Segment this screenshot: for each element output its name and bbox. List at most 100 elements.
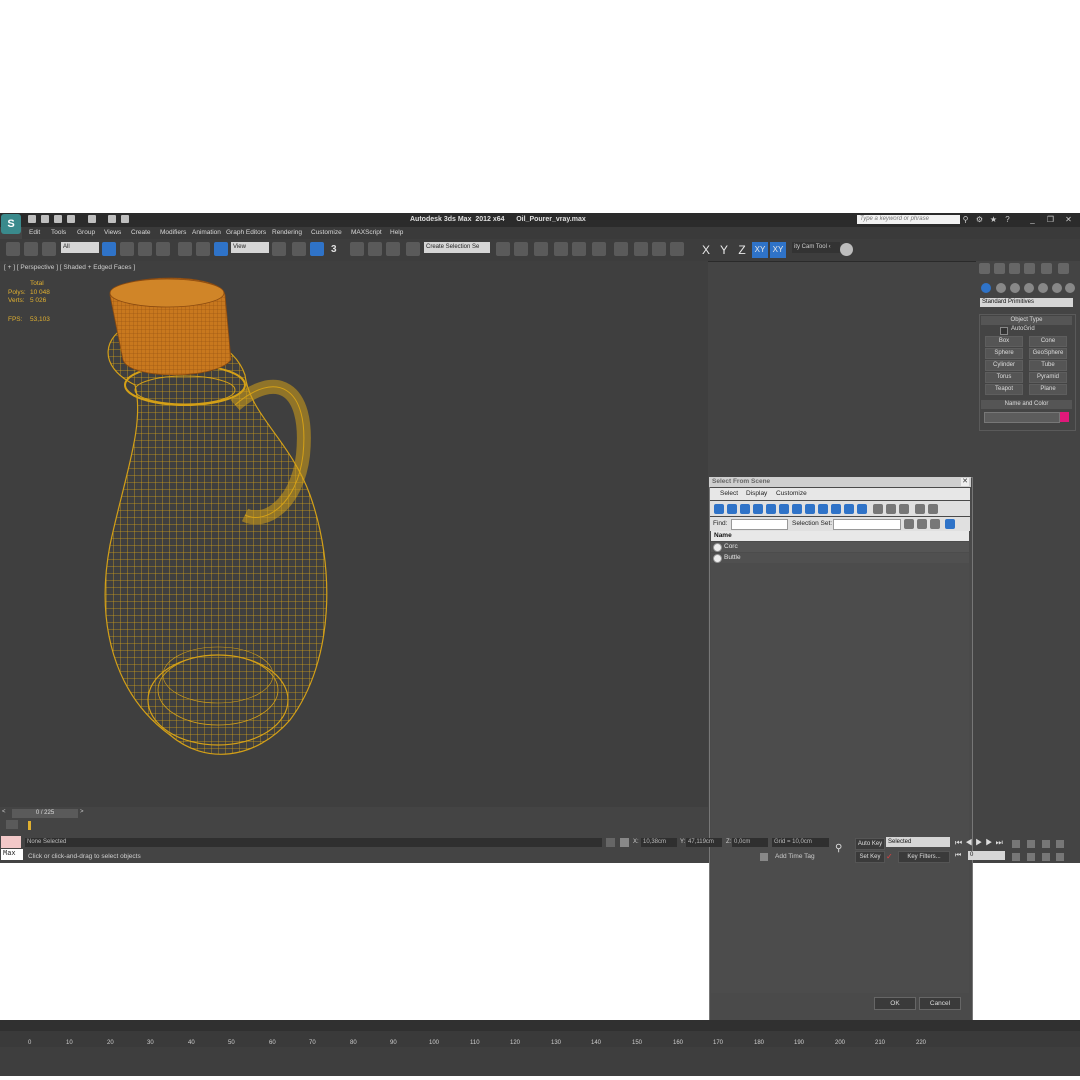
schematic-view-icon[interactable] (592, 242, 606, 256)
select-none-icon[interactable] (886, 504, 896, 514)
minimize-icon[interactable]: _ (1028, 215, 1037, 224)
cancel-button[interactable]: Cancel (919, 997, 961, 1010)
cylinder-button[interactable]: Cylinder (985, 360, 1023, 371)
zoom-icon[interactable] (1012, 840, 1020, 848)
object-list[interactable] (711, 531, 969, 993)
display-shapes-icon[interactable] (727, 504, 737, 514)
utilities-tab-icon[interactable] (1058, 263, 1069, 274)
zoom-extents-icon[interactable] (1042, 840, 1050, 848)
app-logo-icon[interactable]: S (1, 214, 21, 234)
menu-customize[interactable]: Customize (311, 229, 342, 236)
key-filters-button[interactable]: Key Filters... (898, 851, 950, 863)
motion-tab-icon[interactable] (1024, 263, 1035, 274)
cone-button[interactable]: Cone (1029, 336, 1067, 347)
key-selection-dropdown[interactable]: Selected (886, 837, 950, 847)
dialog-menu-customize[interactable]: Customize (776, 490, 807, 497)
display-geometry-icon[interactable] (714, 504, 724, 514)
axis-y-button[interactable]: Y (716, 242, 732, 258)
dialog-menu-select[interactable]: Select (720, 490, 738, 497)
display-spacewarps-icon[interactable] (779, 504, 789, 514)
display-bones-icon[interactable] (818, 504, 828, 514)
keyboard-shortcut-icon[interactable] (310, 242, 324, 256)
playback-controls[interactable]: ⏮◀▶▶⏭ (955, 838, 1006, 848)
rect-selection-icon[interactable] (138, 242, 152, 256)
curve-editor-icon[interactable] (572, 242, 586, 256)
key-mode-icon[interactable]: ⏮ (955, 852, 961, 860)
axis-xy-button-2[interactable]: XY (770, 242, 786, 258)
menu-animation[interactable]: Animation (192, 229, 221, 236)
display-groups-icon[interactable] (792, 504, 802, 514)
select-all-icon[interactable] (873, 504, 883, 514)
ref-coord-dropdown[interactable]: View (231, 242, 269, 253)
edit-named-sel-icon[interactable] (406, 242, 420, 256)
viewcube-icon[interactable] (840, 243, 853, 256)
modify-tab-icon[interactable] (994, 263, 1005, 274)
torus-button[interactable]: Torus (985, 372, 1023, 383)
geosphere-button[interactable]: GeoSphere (1029, 348, 1067, 359)
menu-rendering[interactable]: Rendering (272, 229, 302, 236)
maxscript-listener-pink[interactable] (1, 836, 21, 848)
menu-help[interactable]: Help (390, 229, 403, 236)
dialog-menu-display[interactable]: Display (746, 490, 767, 497)
search-icon[interactable]: ⚲ (961, 215, 970, 224)
mini-curve-editor-icon[interactable] (6, 820, 18, 829)
helpers-icon[interactable] (1038, 283, 1048, 293)
add-time-tag-button[interactable]: Add Time Tag (775, 853, 815, 860)
current-frame-input[interactable]: 0 (968, 851, 1005, 860)
plane-button[interactable]: Plane (1029, 384, 1067, 395)
align-icon[interactable] (514, 242, 528, 256)
category-dropdown[interactable]: Standard Primitives (980, 298, 1073, 307)
autogrid-checkbox[interactable] (1000, 327, 1008, 335)
material-editor-icon[interactable] (614, 242, 628, 256)
unlink-icon[interactable] (24, 242, 38, 256)
find-input[interactable] (731, 519, 788, 530)
box-button[interactable]: Box (985, 336, 1023, 347)
tube-button[interactable]: Tube (1029, 360, 1067, 371)
menu-graph-editors[interactable]: Graph Editors (226, 229, 266, 236)
graphite-ribbon-icon[interactable] (554, 242, 568, 256)
bind-space-warp-icon[interactable] (42, 242, 56, 256)
menu-modifiers[interactable]: Modifiers (160, 229, 186, 236)
open-file-icon[interactable] (41, 215, 49, 223)
help-icon[interactable]: ? (1003, 215, 1012, 224)
filter-icon[interactable] (915, 504, 925, 514)
display-helpers-icon[interactable] (766, 504, 776, 514)
column-header-name[interactable]: Name (711, 531, 969, 541)
named-selection-dropdown[interactable]: Create Selection Se (424, 242, 490, 253)
project-folder-icon[interactable] (108, 215, 116, 223)
close-icon[interactable]: ✕ (1064, 215, 1073, 224)
angle-snap-icon[interactable] (350, 242, 364, 256)
select-by-name-icon[interactable] (120, 242, 134, 256)
menu-tools[interactable]: Tools (51, 229, 66, 236)
axis-z-button[interactable]: Z (734, 242, 750, 258)
prev-frame-icon[interactable]: < (2, 809, 6, 815)
display-tab-icon[interactable] (1041, 263, 1052, 274)
dialog-title-bar[interactable]: Select From Scene (709, 477, 971, 487)
list-item[interactable]: Corc (711, 542, 969, 552)
ok-button[interactable]: OK (874, 997, 916, 1010)
shapes-icon[interactable] (996, 283, 1006, 293)
next-frame-icon[interactable]: > (80, 809, 84, 815)
move-icon[interactable] (178, 242, 192, 256)
menu-create[interactable]: Create (131, 229, 151, 236)
hierarchy-tab-icon[interactable] (1009, 263, 1020, 274)
oil-bottle-wireframe[interactable] (85, 265, 345, 810)
search-input[interactable]: Type a keyword or phrase (857, 215, 960, 224)
add-to-set-icon[interactable] (930, 519, 940, 529)
systems-icon[interactable] (1065, 283, 1075, 293)
sphere-button[interactable]: Sphere (985, 348, 1023, 359)
field-of-view-icon[interactable] (1012, 853, 1020, 861)
set-key-icon[interactable]: ✓ (886, 853, 895, 861)
pan-view-icon[interactable] (1027, 853, 1035, 861)
rotate-icon[interactable] (196, 242, 210, 256)
selection-filter-dropdown[interactable]: All (61, 242, 99, 253)
tool-dropdown[interactable]: ity Cam Tool ‹ (792, 242, 840, 253)
display-hidden-icon[interactable] (857, 504, 867, 514)
pivot-icon[interactable] (272, 242, 286, 256)
menu-views[interactable]: Views (104, 229, 121, 236)
snap-toggle-label[interactable]: 3 (331, 244, 337, 255)
mirror-icon[interactable] (496, 242, 510, 256)
y-coordinate-input[interactable]: 47,119cm (686, 838, 722, 847)
menu-maxscript[interactable]: MAXScript (351, 229, 382, 236)
cameras-icon[interactable] (1024, 283, 1034, 293)
